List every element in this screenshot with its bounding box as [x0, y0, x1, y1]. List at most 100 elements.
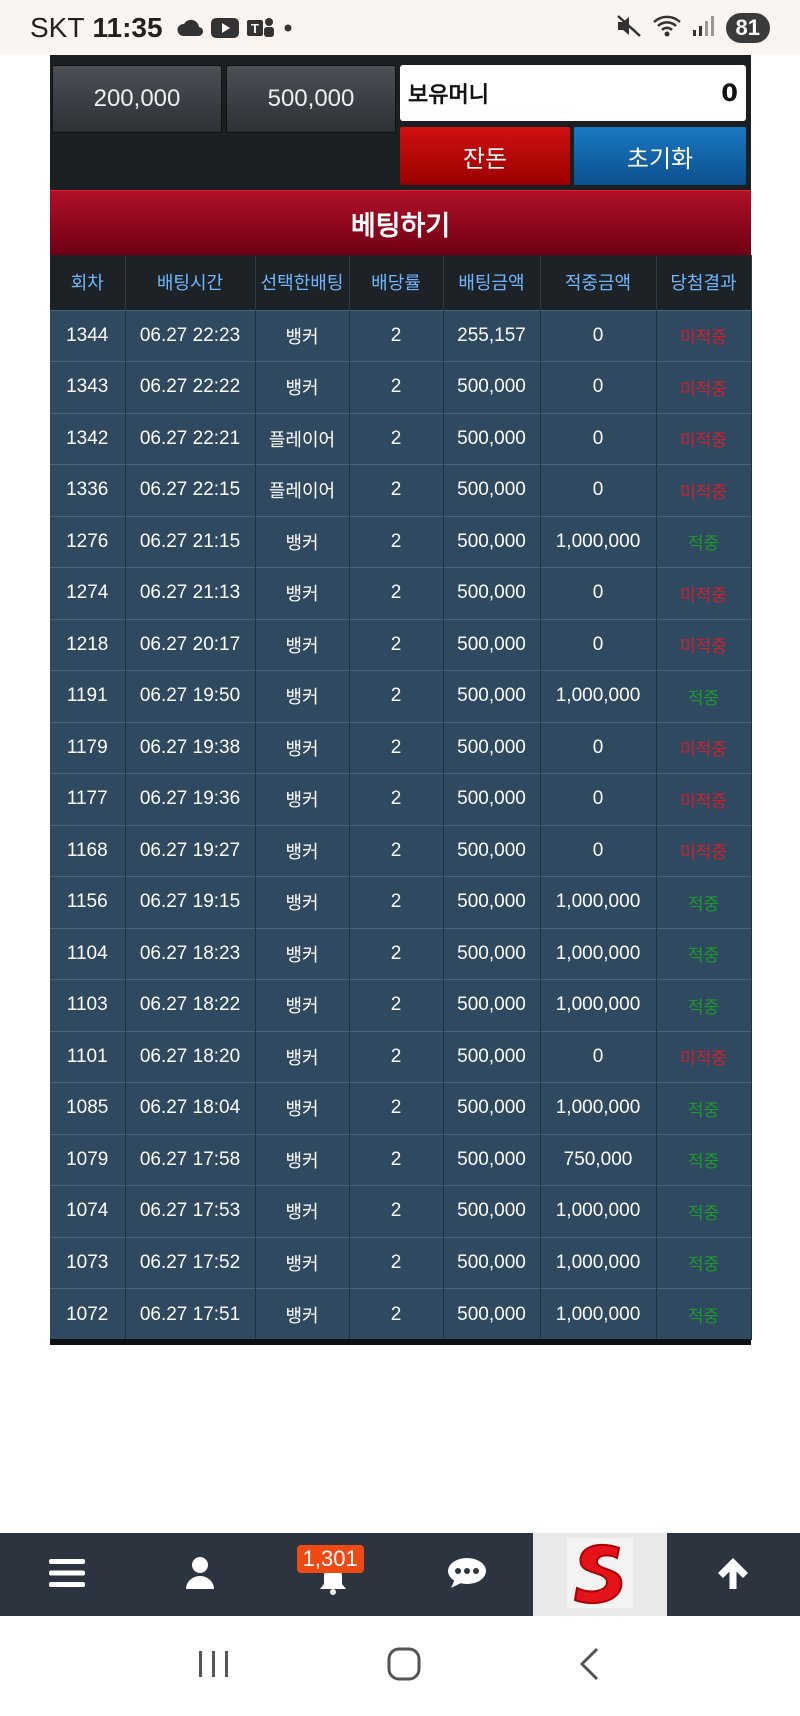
cell-round: 1072 — [50, 1288, 126, 1340]
cell-round: 1343 — [50, 361, 126, 413]
cell-selected-bet: 뱅커 — [255, 1236, 350, 1289]
notifications-button[interactable]: 1,301 — [267, 1533, 400, 1616]
cell-bet-amount: 500,000 — [443, 773, 541, 825]
table-row: 1074 06.27 17:53 뱅커 2 500,000 1,000,000 적중 — [50, 1185, 752, 1237]
cell-win-amount: 0 — [540, 412, 657, 465]
cell-selected-bet: 뱅커 — [255, 515, 350, 568]
bet-history-body: 1344 06.27 22:23 뱅커 2 255,157 0 미적중 1343 06.27 2… — [50, 309, 752, 1340]
cell-result: 적중 — [656, 876, 752, 928]
amount-500000-button[interactable]: 500,000 — [226, 65, 396, 133]
cell-selected-bet: 뱅커 — [255, 927, 350, 980]
cell-result: 적중 — [656, 927, 752, 980]
cell-round: 1156 — [50, 876, 126, 928]
cell-odds: 2 — [349, 876, 444, 928]
cell-bet-time: 06.27 20:17 — [125, 618, 256, 671]
cell-bet-time: 06.27 17:53 — [125, 1185, 256, 1237]
cell-selected-bet: 뱅커 — [255, 1185, 350, 1237]
header-selected-bet: 선택한배팅 — [255, 255, 350, 310]
cell-bet-amount: 500,000 — [443, 567, 541, 619]
table-row: 1343 06.27 22:22 뱅커 2 500,000 0 미적중 — [50, 361, 752, 413]
chat-button[interactable] — [400, 1533, 533, 1616]
recent-apps-icon[interactable] — [197, 1649, 231, 1683]
table-header-row: 회차 배팅시간 선택한배팅 배당률 배팅금액 적중금액 당첨결과 — [50, 255, 752, 310]
scroll-top-button[interactable] — [667, 1533, 800, 1616]
site-logo-button[interactable] — [533, 1533, 667, 1616]
cell-result: 미적중 — [656, 412, 752, 465]
cell-selected-bet: 뱅커 — [255, 1030, 350, 1083]
cell-win-amount: 1,000,000 — [540, 515, 657, 568]
balance-value: 0 — [721, 79, 738, 107]
cell-odds: 2 — [349, 412, 444, 465]
table-row: 1342 06.27 22:21 플레이어 2 500,000 0 미적중 — [50, 412, 752, 465]
menu-icon — [48, 1558, 85, 1592]
cell-selected-bet: 플레이어 — [255, 464, 350, 516]
svg-text:T: T — [251, 21, 259, 36]
cell-round: 1177 — [50, 773, 126, 825]
bet-history-table: 회차 배팅시간 선택한배팅 배당률 배팅금액 적중금액 당첨결과 1344 06.… — [50, 255, 752, 1340]
table-row: 1191 06.27 19:50 뱅커 2 500,000 1,000,000 적중 — [50, 670, 752, 722]
change-button[interactable]: 잔돈 — [400, 127, 570, 185]
cell-bet-time: 06.27 19:50 — [125, 670, 256, 722]
cell-odds: 2 — [349, 361, 444, 413]
cell-bet-amount: 500,000 — [443, 1185, 541, 1237]
reset-button[interactable]: 초기화 — [574, 127, 746, 185]
chat-icon — [447, 1557, 487, 1593]
battery-indicator: 81 — [725, 12, 770, 43]
cell-win-amount: 0 — [540, 567, 657, 619]
table-row: 1103 06.27 18:22 뱅커 2 500,000 1,000,000 적중 — [50, 979, 752, 1031]
home-icon[interactable] — [386, 1646, 422, 1686]
cell-win-amount: 1,000,000 — [540, 1082, 657, 1134]
cell-bet-amount: 500,000 — [443, 824, 541, 877]
cell-win-amount: 0 — [540, 773, 657, 825]
cell-round: 1274 — [50, 567, 126, 619]
cell-result: 미적중 — [656, 464, 752, 516]
cell-result: 미적중 — [656, 824, 752, 877]
user-icon — [185, 1556, 215, 1594]
header-round: 회차 — [50, 255, 126, 310]
dot-icon — [283, 23, 293, 33]
profile-button[interactable] — [133, 1533, 266, 1616]
cell-bet-time: 06.27 19:36 — [125, 773, 256, 825]
place-bet-button[interactable]: 베팅하기 — [50, 190, 751, 255]
balance-label: 보유머니 — [408, 83, 489, 108]
cell-odds: 2 — [349, 1030, 444, 1083]
cell-win-amount: 0 — [540, 1030, 657, 1083]
cell-selected-bet: 뱅커 — [255, 876, 350, 928]
menu-button[interactable] — [0, 1533, 133, 1616]
cell-selected-bet: 뱅커 — [255, 1082, 350, 1134]
cell-round: 1104 — [50, 927, 126, 980]
cell-round: 1074 — [50, 1185, 126, 1237]
header-odds: 배당률 — [349, 255, 444, 310]
amount-200000-button[interactable]: 200,000 — [52, 65, 222, 133]
cell-win-amount: 0 — [540, 361, 657, 413]
teams-icon: T — [246, 16, 275, 40]
bottom-nav: 1,301 — [0, 1533, 800, 1616]
cell-bet-amount: 500,000 — [443, 1133, 541, 1186]
cell-round: 1168 — [50, 824, 126, 877]
cell-odds: 2 — [349, 515, 444, 568]
cell-odds: 2 — [349, 773, 444, 825]
cell-win-amount: 0 — [540, 309, 657, 362]
page: SKT 11:35 T 81 200,000 500,000 보유머니 0 잔돈… — [0, 0, 800, 1716]
cell-selected-bet: 뱅커 — [255, 1133, 350, 1186]
cell-result: 미적중 — [656, 618, 752, 671]
clock: 11:35 — [92, 11, 163, 43]
cell-bet-amount: 500,000 — [443, 412, 541, 465]
cell-round: 1085 — [50, 1082, 126, 1134]
back-icon[interactable] — [577, 1646, 603, 1686]
cell-bet-amount: 500,000 — [443, 876, 541, 928]
mute-icon — [616, 14, 642, 42]
cell-selected-bet: 뱅커 — [255, 773, 350, 825]
cell-result: 적중 — [656, 670, 752, 722]
cell-odds: 2 — [349, 927, 444, 980]
cell-odds: 2 — [349, 1288, 444, 1340]
cloud-icon — [177, 19, 203, 37]
cell-odds: 2 — [349, 618, 444, 671]
cell-result: 적중 — [656, 1133, 752, 1186]
cell-bet-amount: 255,157 — [443, 309, 541, 362]
cell-odds: 2 — [349, 567, 444, 619]
cell-odds: 2 — [349, 1133, 444, 1186]
cell-selected-bet: 뱅커 — [255, 721, 350, 774]
cell-selected-bet: 뱅커 — [255, 361, 350, 413]
cell-odds: 2 — [349, 1236, 444, 1289]
